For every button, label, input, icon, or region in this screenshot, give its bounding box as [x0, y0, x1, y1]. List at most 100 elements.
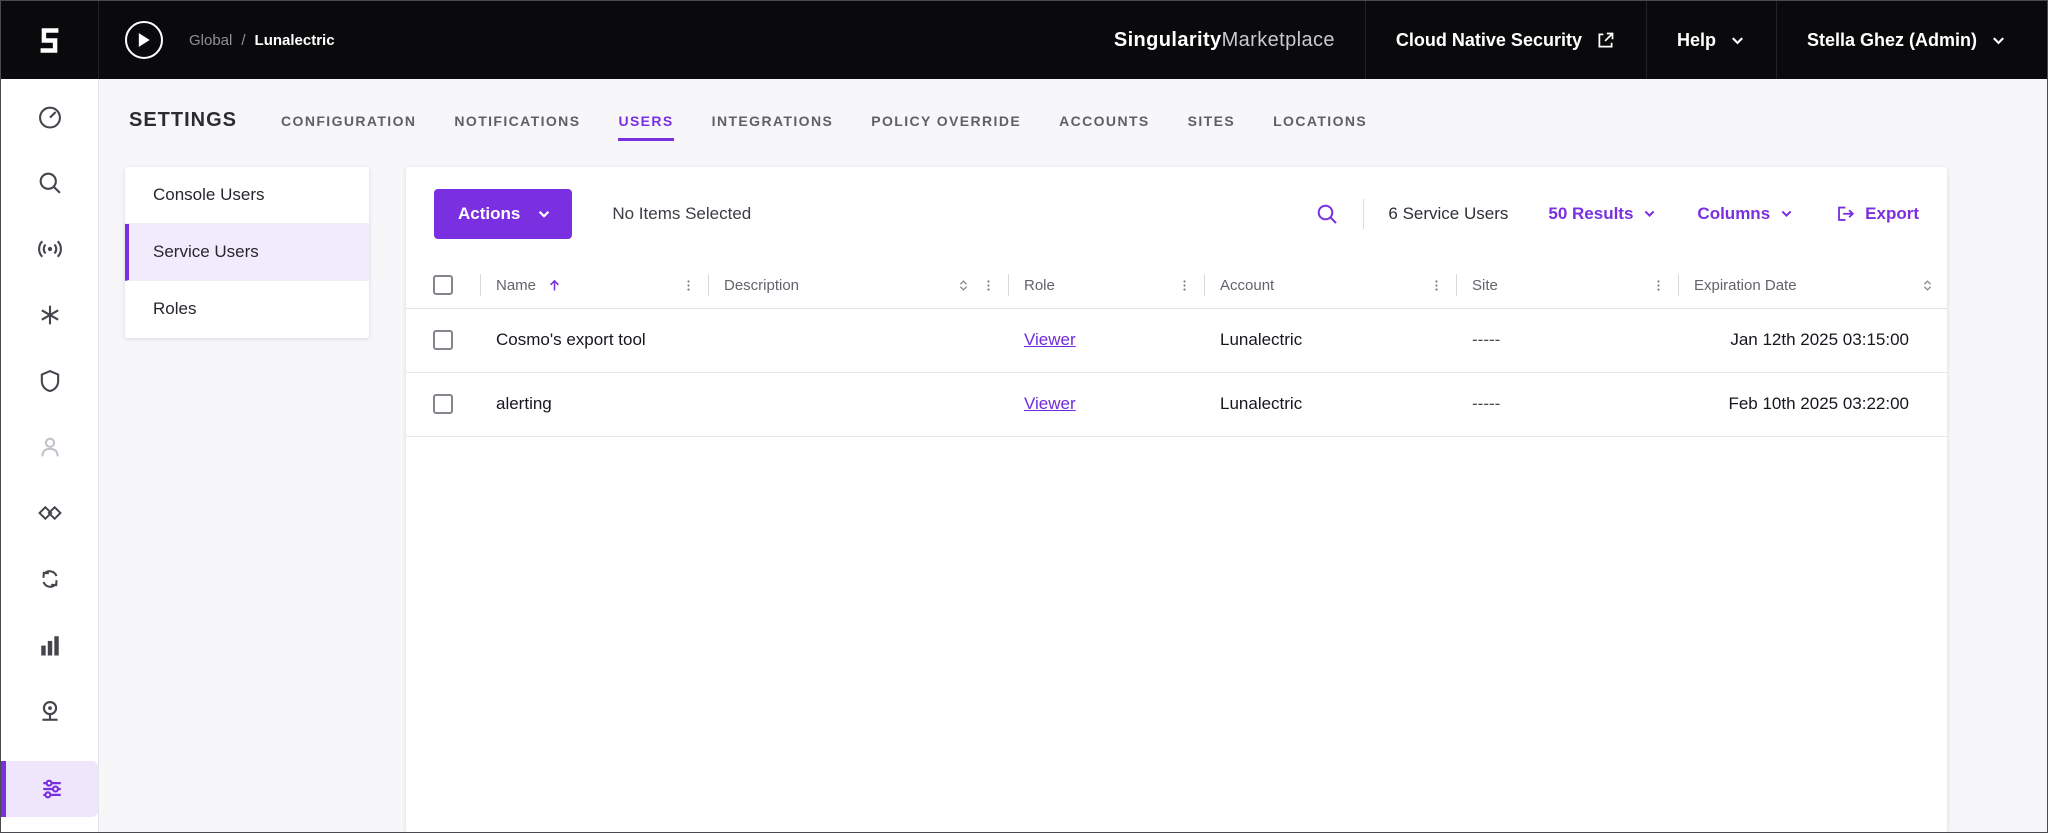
sidebar-item-settings[interactable]	[1, 761, 98, 817]
table-row[interactable]: Cosmo's export tool Viewer Lunalectric -…	[406, 309, 1947, 373]
breadcrumb: Global / Lunalectric	[189, 32, 335, 49]
user-menu[interactable]: Stella Ghez (Admin)	[1775, 1, 2047, 79]
table-header: Name Description Role Account Site Expir…	[406, 263, 1947, 309]
role-cell: Viewer	[1008, 330, 1204, 350]
tab-sites[interactable]: SITES	[1188, 113, 1235, 141]
settings-tabs: CONFIGURATION NOTIFICATIONS USERS INTEGR…	[281, 113, 1367, 141]
tab-policy-override[interactable]: POLICY OVERRIDE	[871, 113, 1021, 141]
cloud-native-security-link[interactable]: Cloud Native Security	[1364, 1, 1646, 79]
role-link[interactable]: Viewer	[1024, 394, 1076, 414]
chevron-down-icon	[539, 210, 550, 218]
sentinelone-logo[interactable]	[1, 1, 99, 79]
sidebar-item-ranger[interactable]	[34, 497, 66, 529]
settings-header: SETTINGS CONFIGURATION NOTIFICATIONS USE…	[99, 79, 2047, 167]
sidebar-item-reports[interactable]	[34, 629, 66, 661]
table-toolbar: Actions No Items Selected 6 Service User…	[434, 188, 1919, 239]
subnav-item-service-users[interactable]: Service Users	[125, 223, 369, 281]
selection-status: No Items Selected	[612, 203, 752, 223]
tab-integrations[interactable]: INTEGRATIONS	[712, 113, 834, 141]
sidebar-item-incidents[interactable]	[34, 299, 66, 331]
subnav-label: Service Users	[153, 241, 259, 261]
sort-ascending-icon[interactable]	[546, 277, 563, 294]
tab-locations[interactable]: LOCATIONS	[1273, 113, 1367, 141]
sidebar-item-search[interactable]	[34, 167, 66, 199]
kebab-menu-icon[interactable]	[1651, 278, 1666, 293]
actions-label: Actions	[458, 203, 521, 223]
brand-primary: Singularity	[1113, 28, 1222, 51]
header-name[interactable]: Name	[480, 263, 708, 308]
header-label: Name	[496, 276, 537, 294]
export-button[interactable]: Export	[1834, 203, 1919, 225]
settings-body: Console Users Service Users Roles Action…	[99, 166, 2047, 832]
chevron-down-icon	[1993, 36, 2004, 44]
kebab-menu-icon[interactable]	[981, 278, 996, 293]
service-users-panel: Actions No Items Selected 6 Service User…	[406, 166, 1947, 832]
header-expiration-date[interactable]: Expiration Date	[1678, 263, 1947, 308]
gauge-icon	[38, 106, 61, 129]
actions-button[interactable]: Actions	[434, 188, 573, 239]
brand-secondary: Marketplace	[1221, 28, 1335, 51]
subnav-item-console-users[interactable]: Console Users	[125, 167, 369, 224]
app-root: Global / Lunalectric SingularityMarketpl…	[0, 0, 2048, 833]
select-all-checkbox[interactable]	[433, 275, 453, 296]
row-checkbox[interactable]	[433, 330, 453, 351]
broadcast-icon	[37, 240, 62, 258]
export-icon	[1838, 206, 1855, 221]
shield-icon	[40, 369, 59, 393]
toolbar-right: 6 Service Users 50 Results Columns Expor…	[1315, 198, 1919, 229]
account-cell: Lunalectric	[1220, 394, 1303, 414]
row-checkbox[interactable]	[433, 394, 453, 415]
play-icon	[138, 33, 150, 47]
scope-expand-button[interactable]	[125, 21, 163, 59]
sort-both-icon[interactable]	[956, 278, 971, 293]
cloud-native-security-label: Cloud Native Security	[1395, 29, 1582, 50]
table-row[interactable]: alerting Viewer Lunalectric ----- Feb 10…	[406, 373, 1947, 437]
sidebar-item-policy[interactable]	[34, 365, 66, 397]
header-site[interactable]: Site	[1456, 263, 1678, 308]
chevron-down-icon	[1645, 211, 1655, 218]
name-cell: alerting	[496, 394, 552, 414]
expiration-cell: Jan 12th 2025 03:15:00	[1730, 330, 1909, 350]
columns-selector[interactable]: Columns	[1697, 204, 1794, 224]
user-icon	[40, 437, 59, 457]
header-select-all[interactable]	[406, 263, 480, 308]
header-account[interactable]: Account	[1204, 263, 1456, 308]
chevron-down-icon	[1781, 211, 1792, 218]
tab-configuration[interactable]: CONFIGURATION	[281, 113, 416, 141]
sidebar-item-updates[interactable]	[34, 563, 66, 595]
header-role[interactable]: Role	[1008, 263, 1204, 308]
help-menu[interactable]: Help	[1645, 1, 1776, 79]
breadcrumb-global[interactable]: Global	[189, 32, 232, 49]
results-per-page-selector[interactable]: 50 Results	[1548, 204, 1657, 224]
site-cell: -----	[1472, 330, 1501, 350]
sort-both-icon[interactable]	[1920, 278, 1935, 293]
kebab-menu-icon[interactable]	[681, 278, 696, 293]
search-icon[interactable]	[1315, 202, 1339, 226]
header-label: Description	[724, 276, 800, 294]
role-link[interactable]: Viewer	[1024, 330, 1076, 350]
sidebar-item-network[interactable]	[34, 233, 66, 265]
kebab-menu-icon[interactable]	[1177, 278, 1192, 293]
header-label: Role	[1024, 276, 1055, 294]
sidebar-item-dashboard[interactable]	[34, 101, 66, 133]
header-description[interactable]: Description	[708, 263, 1008, 308]
sidebar-item-users[interactable]	[34, 431, 66, 463]
kebab-menu-icon[interactable]	[1429, 278, 1444, 293]
sliders-icon	[43, 779, 61, 799]
account-cell: Lunalectric	[1220, 330, 1303, 350]
row-select-cell	[406, 394, 480, 415]
header-label: Expiration Date	[1694, 276, 1797, 294]
help-label: Help	[1676, 29, 1716, 50]
expiration-cell: Feb 10th 2025 03:22:00	[1728, 394, 1909, 414]
header-label: Site	[1472, 276, 1498, 294]
export-label: Export	[1865, 203, 1919, 223]
tab-users[interactable]: USERS	[618, 113, 674, 141]
sidebar-item-marketplace[interactable]	[34, 695, 66, 727]
sentinelone-logo-icon	[40, 27, 59, 53]
tab-accounts[interactable]: ACCOUNTS	[1059, 113, 1150, 141]
tab-notifications[interactable]: NOTIFICATIONS	[454, 113, 580, 141]
breadcrumb-lunalectric[interactable]: Lunalectric	[255, 32, 335, 49]
subnav-item-roles[interactable]: Roles	[125, 281, 369, 338]
site-cell: -----	[1472, 394, 1501, 414]
external-link-icon	[1598, 32, 1614, 47]
